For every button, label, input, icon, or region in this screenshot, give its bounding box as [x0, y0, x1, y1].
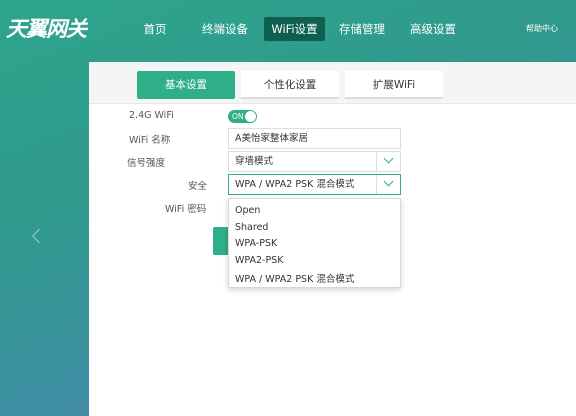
chevron-down-icon	[383, 153, 394, 164]
security-option-open[interactable]: Open	[235, 205, 260, 216]
security-option-wpa-psk[interactable]: WPA-PSK	[235, 238, 277, 249]
security-label: 安全	[187, 181, 207, 192]
signal-label: 信号强度	[127, 158, 166, 169]
security-select[interactable]: WPA / WPA2 PSK 混合模式	[228, 174, 401, 195]
signal-select-value: 穿墙模式	[235, 156, 274, 167]
nav-devices[interactable]: 终端设备	[197, 17, 253, 41]
wifi-toggle[interactable]: ON	[228, 110, 257, 123]
signal-select[interactable]: 穿墙模式	[228, 151, 401, 172]
chevron-down-icon	[383, 176, 394, 187]
top-bar: 天翼网关 首页 终端设备 WiFi设置 存储管理 高级设置 帮助中心	[0, 0, 576, 62]
nav-wifi-settings[interactable]: WiFi设置	[264, 17, 325, 41]
security-option-shared[interactable]: Shared	[235, 222, 268, 233]
toggle-state-text: ON	[232, 112, 244, 121]
nav-advanced[interactable]: 高级设置	[405, 17, 461, 41]
content-panel: 基本设置 个性化设置 扩展WiFi 2.4G WiFi ON WiFi 名称 A…	[89, 62, 576, 416]
help-center-link[interactable]: 帮助中心	[526, 23, 558, 34]
tab-basic-settings[interactable]: 基本设置	[137, 71, 235, 99]
save-button[interactable]	[213, 227, 229, 255]
ssid-label: WiFi 名称	[129, 135, 171, 146]
security-option-mixed[interactable]: WPA / WPA2 PSK 混合模式	[235, 271, 354, 285]
toggle-knob	[245, 111, 256, 122]
signal-select-toggle[interactable]	[376, 152, 400, 171]
nav-storage[interactable]: 存储管理	[336, 17, 388, 41]
security-dropdown: Open Shared WPA-PSK WPA2-PSK WPA / WPA2 …	[228, 198, 401, 288]
security-select-value: WPA / WPA2 PSK 混合模式	[235, 179, 355, 190]
band-label: 2.4G WiFi	[129, 110, 174, 121]
security-option-wpa2-psk[interactable]: WPA2-PSK	[235, 255, 283, 266]
nav-home[interactable]: 首页	[136, 17, 174, 41]
tab-bar: 基本设置 个性化设置 扩展WiFi	[89, 62, 576, 104]
ssid-input[interactable]: A美怡家整体家居	[228, 128, 401, 149]
brand-logo: 天翼网关	[6, 16, 87, 41]
tab-personalization[interactable]: 个性化设置	[241, 71, 339, 99]
chevron-left-icon[interactable]	[31, 228, 47, 244]
tab-extend-wifi[interactable]: 扩展WiFi	[345, 71, 443, 99]
security-select-toggle[interactable]	[376, 175, 400, 194]
